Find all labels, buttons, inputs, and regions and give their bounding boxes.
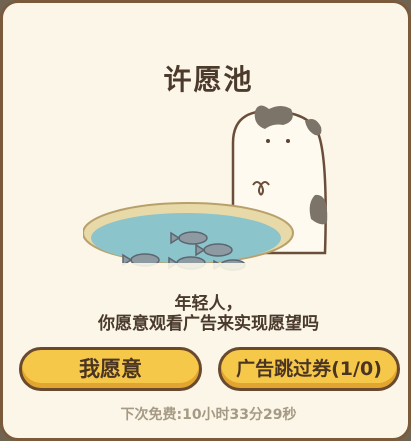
timer-value: 10小时33分29秒 <box>182 407 297 423</box>
wishing-pond-illustration <box>83 105 343 283</box>
accept-button[interactable]: 我愿意 <box>19 347 202 391</box>
dialog-message: 年轻人， 你愿意观看广告来实现愿望吗 <box>3 294 411 334</box>
message-line-1: 年轻人， <box>174 294 243 314</box>
ad-skip-ticket-button[interactable]: 广告跳过券(1/0) <box>218 347 400 391</box>
wishing-well-dialog: 许愿池 年轻人， 你愿意观看广告来实现愿望吗 我愿意 广告跳过券(1/0) 下次… <box>0 0 411 441</box>
dialog-title: 许愿池 <box>163 63 254 96</box>
timer-prefix: 下次免费: <box>120 407 183 423</box>
message-line-2: 你愿意观看广告来实现愿望吗 <box>98 314 319 334</box>
next-free-timer: 下次免费:10小时33分29秒 <box>3 404 411 424</box>
